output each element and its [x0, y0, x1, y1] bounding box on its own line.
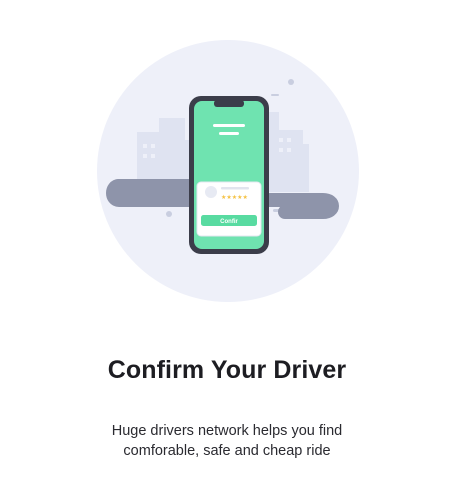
screen-line-1 — [213, 124, 245, 127]
decor-dot-top — [288, 79, 294, 85]
confirm-driver-illustration: ★★★★★ Confir — [97, 40, 359, 302]
screen-line-2 — [219, 132, 239, 135]
confirm-button-label: Confir — [220, 219, 238, 225]
driver-name-line — [221, 187, 249, 190]
description-line-2: comforable, safe and cheap ride — [123, 443, 331, 459]
page-description: Huge drivers network helps you find comf… — [0, 421, 454, 461]
phone-notch — [214, 100, 244, 107]
driver-card: ★★★★★ Confir — [196, 181, 262, 237]
illustration-svg: ★★★★★ Confir — [97, 40, 359, 302]
onboarding-screen: ★★★★★ Confir Confirm Your Driver Huge dr… — [0, 0, 454, 497]
rating-stars: ★★★★★ — [221, 194, 248, 201]
driver-avatar — [205, 186, 217, 198]
decor-dash-top — [271, 94, 279, 96]
description-line-1: Huge drivers network helps you find — [111, 423, 343, 439]
page-title: Confirm Your Driver — [107, 356, 347, 384]
decor-dot-left — [166, 211, 172, 217]
